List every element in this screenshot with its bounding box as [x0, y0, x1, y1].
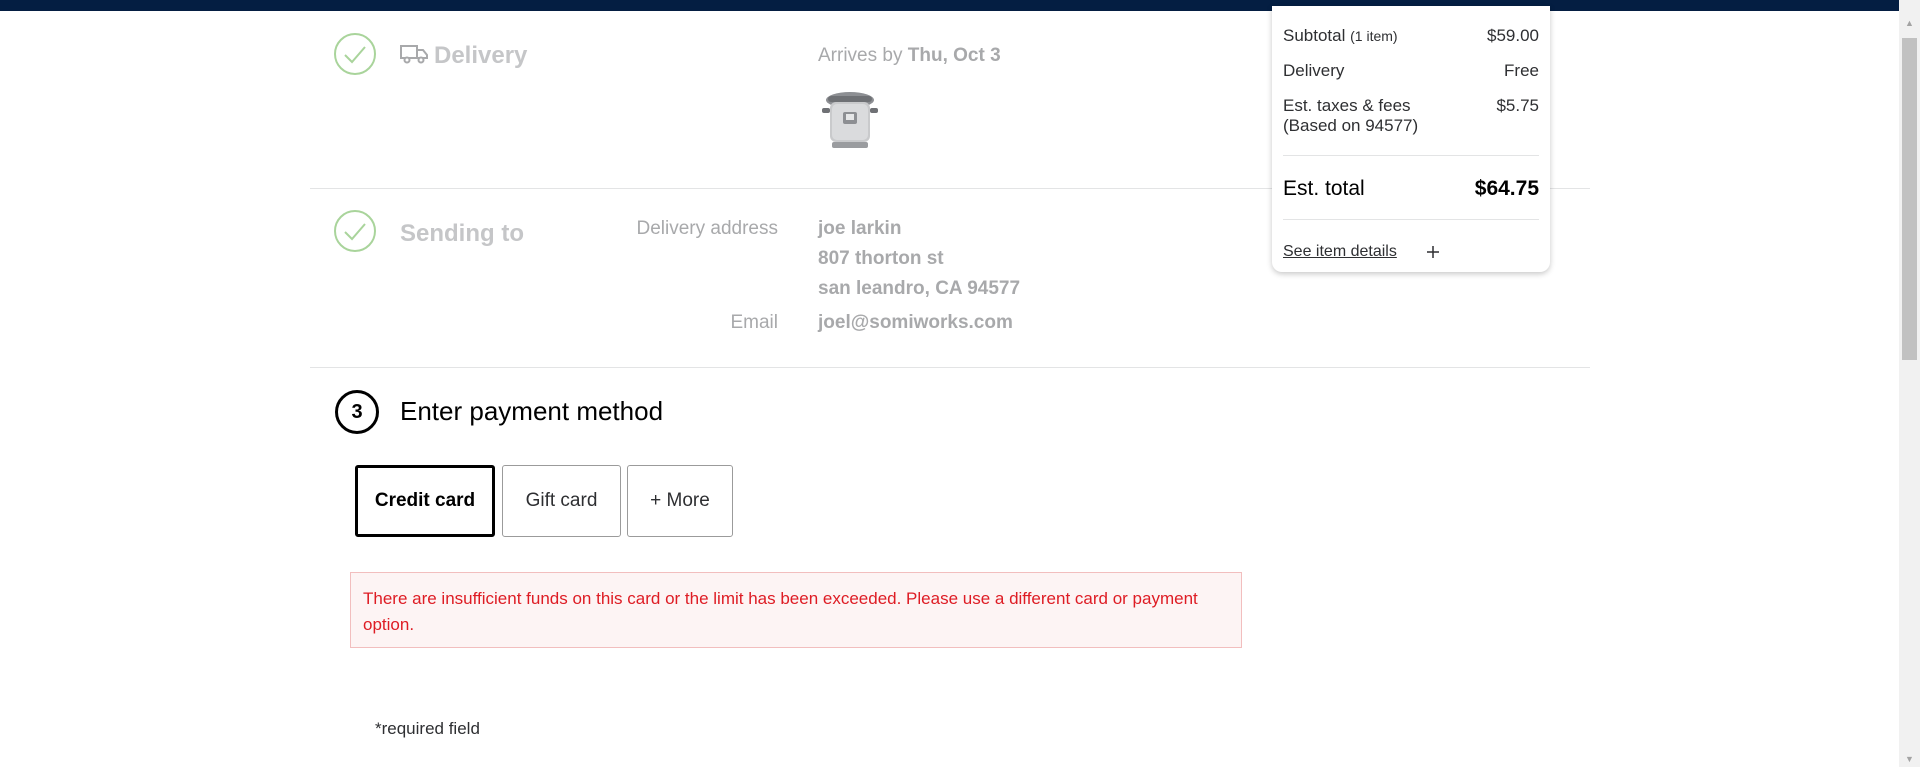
delivery-fee-row: Delivery Free	[1283, 61, 1539, 81]
subtotal-value: $59.00	[1487, 26, 1539, 45]
delivery-fee-label: Delivery	[1283, 61, 1345, 80]
summary-divider	[1283, 155, 1539, 156]
top-header-bar	[0, 0, 1920, 11]
subtotal-count: (1 item)	[1350, 28, 1398, 44]
page-scrollbar[interactable]: ▲ ▼	[1899, 0, 1920, 767]
arrives-prefix: Arrives by	[818, 45, 903, 66]
step-number-badge: 3	[335, 390, 379, 434]
address-line-city: san leandro, CA 94577	[818, 278, 1021, 299]
more-payment-options-tab[interactable]: + More	[627, 465, 733, 537]
see-item-details-link[interactable]: See item details	[1283, 243, 1397, 261]
payment-step-title: Enter payment method	[400, 396, 664, 426]
payment-error-alert: There are insufficient funds on this car…	[350, 572, 1242, 648]
address-line-name: joe larkin	[818, 218, 902, 239]
total-value: $64.75	[1474, 177, 1539, 200]
subtotal-label: Subtotal (1 item)	[1283, 26, 1398, 45]
arrives-by-label: Arrives by Thu, Oct 3	[818, 45, 1001, 67]
summary-divider	[1283, 219, 1539, 220]
order-summary-card: Subtotal (1 item) $59.00 Delivery Free E…	[1272, 6, 1550, 272]
delivery-check-icon	[334, 33, 376, 75]
required-field-note: *required field	[375, 719, 480, 738]
credit-card-tab[interactable]: Credit card	[355, 465, 495, 537]
gift-card-tab[interactable]: Gift card	[502, 465, 621, 537]
scroll-down-arrow-icon[interactable]: ▼	[1899, 750, 1920, 767]
total-row: Est. total $64.75	[1283, 177, 1539, 201]
truck-icon	[400, 45, 428, 64]
product-thumbnail[interactable]	[818, 88, 882, 154]
total-label: Est. total	[1283, 177, 1365, 200]
delivery-title: Delivery	[434, 42, 528, 69]
delivery-address-label: Delivery address	[636, 218, 779, 239]
scroll-thumb[interactable]	[1902, 38, 1917, 360]
address-line-street: 807 thorton st	[818, 248, 944, 269]
scroll-up-arrow-icon[interactable]: ▲	[1899, 14, 1920, 31]
sending-to-title: Sending to	[400, 220, 524, 247]
taxes-zip-note: (Based on 94577)	[1283, 116, 1419, 135]
delivery-fee-value: Free	[1504, 61, 1539, 80]
arrives-date: Thu, Oct 3	[907, 45, 1001, 66]
taxes-value: $5.75	[1496, 96, 1539, 115]
taxes-label: Est. taxes & fees (Based on 94577)	[1283, 96, 1419, 135]
subtotal-row: Subtotal (1 item) $59.00	[1283, 26, 1539, 46]
taxes-row: Est. taxes & fees (Based on 94577) $5.75	[1283, 96, 1539, 136]
section-divider	[310, 367, 1590, 368]
email-value: joel@somiworks.com	[818, 312, 1013, 333]
plus-icon[interactable]	[1425, 244, 1441, 260]
email-label: Email	[730, 312, 778, 333]
sending-to-check-icon	[334, 210, 376, 252]
